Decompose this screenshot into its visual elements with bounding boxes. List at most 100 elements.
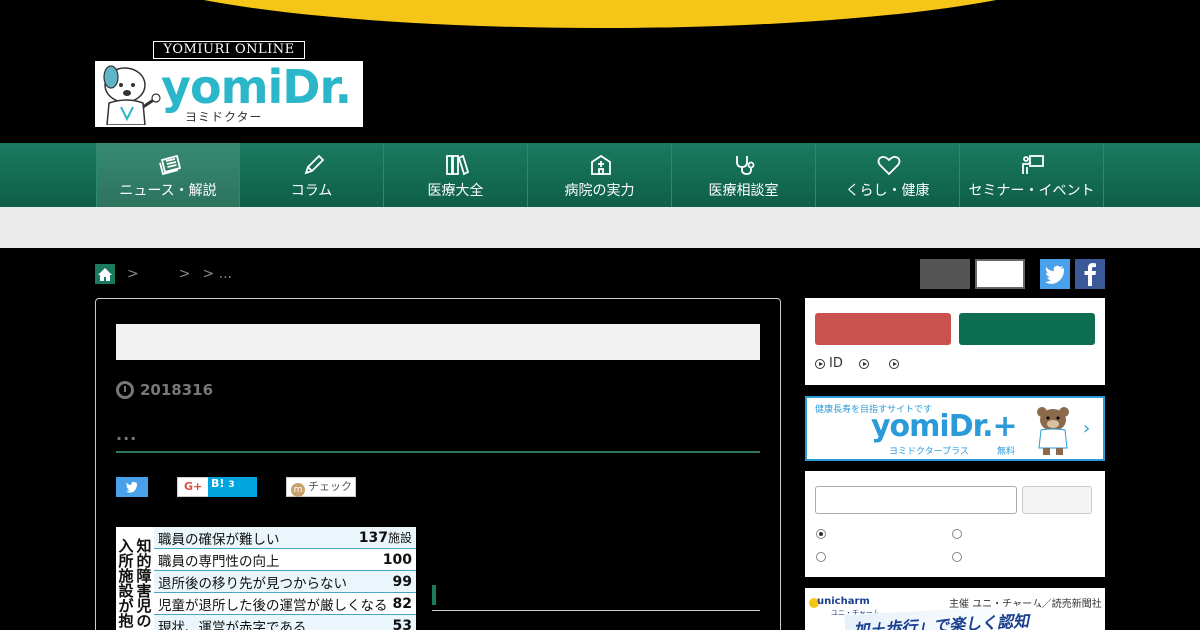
login-link-id[interactable]: ID bbox=[815, 356, 843, 371]
sponsor-banner[interactable]: unicharm ユニ・チャーム 主催 ユニ・チャーム／読売新聞社 加＋歩行」で… bbox=[805, 588, 1105, 630]
facebook-share-button[interactable] bbox=[1075, 259, 1105, 289]
login-button[interactable] bbox=[959, 313, 1095, 345]
stethoscope-icon bbox=[736, 156, 755, 175]
article-figure-image: 知的障害児の 入所施設が抱 職員の確保が難しい 137 施設 職員の専門性の向上 10… bbox=[116, 527, 416, 630]
plus-free-label: 無料 bbox=[997, 447, 1016, 457]
sidebar-login-box: ID bbox=[805, 298, 1105, 385]
yomidr-logo-kana: ヨミドクター bbox=[185, 110, 263, 124]
hatena-count: 3 bbox=[228, 480, 235, 490]
page: YOMIURI ONLINE yomiDr. ヨミドクター ニュース・解説 コラ… bbox=[0, 0, 1200, 630]
twitter-share-button[interactable] bbox=[1040, 259, 1070, 289]
nav-item-column[interactable]: コラム bbox=[240, 143, 384, 207]
font-size-large-button[interactable] bbox=[975, 259, 1025, 289]
figure-row: 現状、運営が赤字である 53 bbox=[154, 615, 416, 630]
home-icon[interactable] bbox=[95, 264, 115, 284]
nav-label: 医療大全 bbox=[427, 183, 484, 199]
title-divider bbox=[116, 451, 760, 453]
login-link[interactable] bbox=[888, 358, 903, 369]
nav-item-consultation[interactable]: 医療相談室 bbox=[672, 143, 816, 207]
search-scope-radio[interactable] bbox=[952, 529, 962, 539]
section-heading-marker bbox=[432, 585, 436, 605]
plus-kana: ヨミドクタープラス bbox=[889, 447, 969, 457]
figure-row-value: 82 bbox=[392, 595, 412, 612]
share-twitter-button[interactable] bbox=[116, 477, 148, 497]
login-link-label: ID bbox=[829, 356, 843, 371]
heart-icon bbox=[877, 155, 901, 176]
check-label: チェック bbox=[308, 480, 352, 493]
breadcrumb-separator: > bbox=[178, 266, 191, 282]
share-hatena-button[interactable]: B! 3 bbox=[208, 477, 257, 497]
section-heading-rule bbox=[432, 610, 760, 611]
figure-row: 退所後の移り先が見つからない 99 bbox=[154, 571, 416, 593]
article-title bbox=[116, 324, 760, 360]
figure-table: 職員の確保が難しい 137 施設 職員の専門性の向上 100 退所後の移り先が見つから… bbox=[154, 527, 416, 630]
top-decorative-arc bbox=[110, 0, 1090, 28]
figure-row: 職員の確保が難しい 137 施設 bbox=[154, 527, 416, 549]
breadcrumb: > > > ... bbox=[95, 264, 244, 284]
figure-row-label: 現状、運営が赤字である bbox=[158, 619, 307, 630]
sidebar-search-box bbox=[805, 471, 1105, 577]
figure-row: 職員の専門性の向上 100 bbox=[154, 549, 416, 571]
twitter-icon bbox=[1045, 265, 1064, 284]
yomidr-logo-text: yomiDr. bbox=[161, 61, 352, 114]
nav-label: セミナー・イベント bbox=[968, 183, 1095, 199]
search-button[interactable] bbox=[1022, 486, 1092, 514]
nav-item-lifestyle[interactable]: くらし・健康 bbox=[816, 143, 960, 207]
arrow-circle-icon bbox=[888, 358, 899, 369]
mixi-icon: m bbox=[291, 483, 305, 497]
yomidr-plus-banner[interactable]: 健康長寿を目指すサイトです yomiDr.+ ヨミドクタープラス 無料 › bbox=[805, 396, 1105, 461]
search-scope-radio[interactable] bbox=[816, 529, 826, 539]
figure-title-col: 入所施設が抱 bbox=[118, 537, 134, 630]
share-mixi-check-button[interactable]: m チェック bbox=[286, 477, 356, 497]
nav-label: コラム bbox=[290, 183, 333, 199]
bear-mascot-icon bbox=[1037, 407, 1069, 455]
figure-row-label: 退所後の移り先が見つからない bbox=[158, 575, 347, 592]
figure-row: 児童が退所した後の運営が厳しくなる 82 bbox=[154, 593, 416, 615]
sub-navigation-bar bbox=[0, 207, 1200, 248]
arrow-circle-icon bbox=[815, 358, 825, 369]
newspaper-icon bbox=[159, 154, 182, 176]
login-links: ID bbox=[815, 356, 919, 371]
search-scope-radio[interactable] bbox=[952, 552, 962, 562]
article-date: 2018316 bbox=[116, 381, 213, 399]
nav-item-seminar[interactable]: セミナー・イベント bbox=[960, 143, 1104, 207]
nav-label: ニュース・解説 bbox=[119, 183, 217, 199]
nav-label: くらし・健康 bbox=[845, 183, 930, 199]
figure-vertical-title: 知的障害児の 入所施設が抱 bbox=[116, 527, 154, 630]
breadcrumb-separator: > bbox=[127, 266, 139, 282]
nav-item-news[interactable]: ニュース・解説 bbox=[96, 143, 240, 207]
chevron-right-icon: › bbox=[1083, 418, 1091, 439]
gplus-label: G+ bbox=[184, 480, 203, 493]
article-card: 2018316 ... G+ B! 3 m チェック 知的障害児の 入所施設が抱 職… bbox=[95, 298, 781, 630]
figure-row-value: 99 bbox=[392, 573, 412, 590]
figure-title-col: 知的障害児の bbox=[136, 537, 152, 630]
nav-item-hospital[interactable]: 病院の実力 bbox=[528, 143, 672, 207]
plus-logo: yomiDr.+ bbox=[871, 409, 1018, 444]
figure-row-unit: 施設 bbox=[387, 531, 412, 545]
pencil-icon bbox=[304, 154, 325, 175]
nav-item-encyclopedia[interactable]: 医療大全 bbox=[384, 143, 528, 207]
login-link[interactable] bbox=[858, 358, 873, 369]
presentation-icon bbox=[1022, 155, 1044, 174]
figure-row-label: 児童が退所した後の運営が厳しくなる bbox=[158, 597, 388, 614]
nav-label: 医療相談室 bbox=[708, 183, 779, 199]
hatena-label: B! bbox=[211, 477, 225, 490]
figure-row-label: 職員の確保が難しい bbox=[158, 531, 280, 548]
share-gplus-button[interactable]: G+ B! 3 bbox=[177, 477, 257, 497]
global-nav: ニュース・解説 コラム 医療大全 病院の実力 医療相談室 くらし・健康 セミナー… bbox=[0, 143, 1200, 207]
search-scope-radio[interactable] bbox=[816, 552, 826, 562]
search-input[interactable] bbox=[815, 486, 1017, 514]
hospital-icon bbox=[591, 154, 611, 175]
register-button[interactable] bbox=[815, 313, 951, 345]
twitter-icon bbox=[126, 481, 137, 493]
facebook-icon bbox=[1084, 263, 1096, 286]
figure-row-value: 100 bbox=[382, 551, 412, 568]
font-size-small-button[interactable] bbox=[920, 259, 970, 289]
breadcrumb-current: > ... bbox=[202, 266, 232, 282]
nav-label: 病院の実力 bbox=[564, 183, 635, 199]
yomidr-logo-box: yomiDr. ヨミドクター bbox=[95, 61, 363, 127]
dog-doctor-mascot-icon bbox=[103, 65, 161, 125]
yomiuri-online-label: YOMIURI ONLINE bbox=[153, 41, 305, 59]
figure-row-label: 職員の専門性の向上 bbox=[158, 553, 280, 570]
site-logo[interactable]: YOMIURI ONLINE yomiDr. ヨミドクター bbox=[95, 41, 363, 127]
